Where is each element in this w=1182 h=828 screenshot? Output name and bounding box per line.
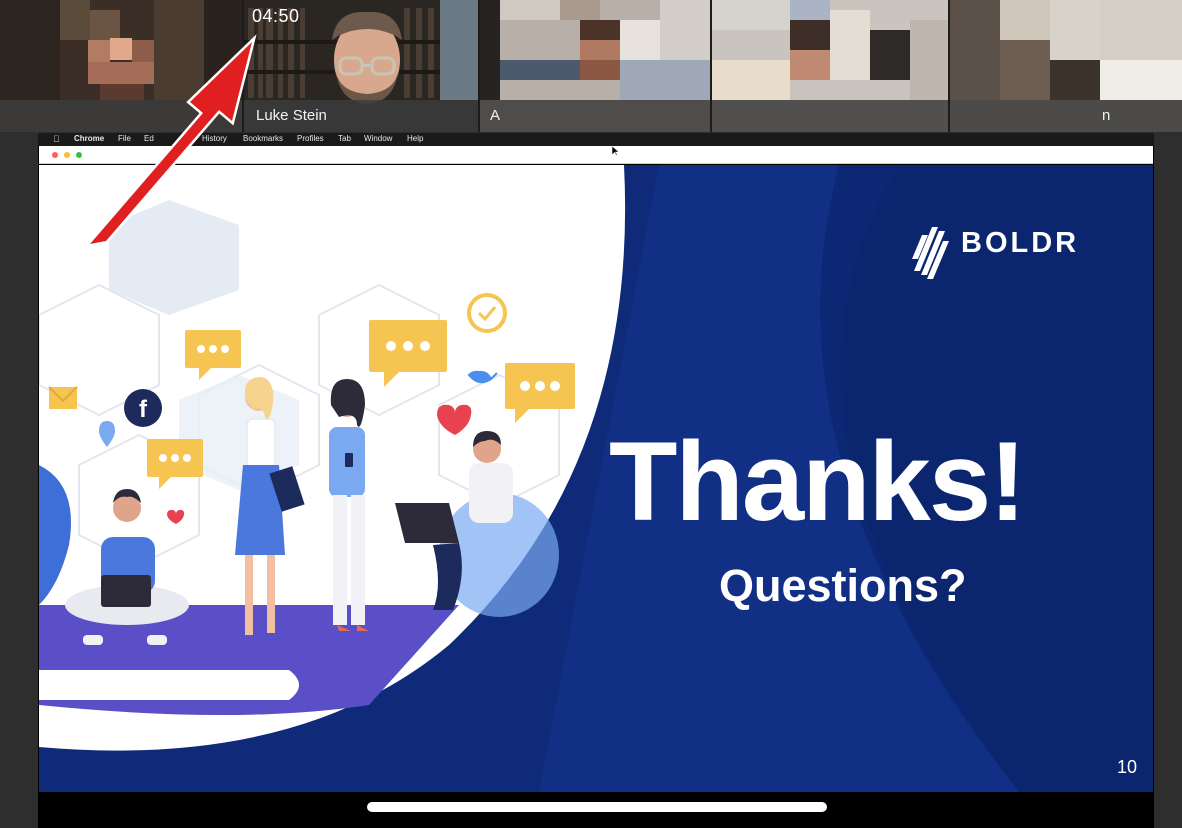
- participant-name: A: [490, 107, 501, 124]
- menu-window[interactable]: Window: [364, 134, 392, 143]
- apple-icon[interactable]: : [53, 134, 60, 144]
- laptop-icon: [101, 575, 151, 607]
- screen: Luke Stein 04:50 A n Chrome File Ed Hist…: [0, 0, 1182, 828]
- menu-chrome[interactable]: Chrome: [74, 134, 104, 143]
- home-indicator-bar[interactable]: [367, 802, 827, 812]
- participant-name: Luke Stein: [256, 107, 327, 124]
- call-timer: 04:50: [252, 6, 300, 26]
- name-bar: [712, 100, 948, 132]
- browser-window-bar: [39, 146, 1153, 164]
- participant-tile-1[interactable]: [0, 0, 242, 132]
- menu-edit[interactable]: Ed: [144, 134, 154, 143]
- menu-bookmarks[interactable]: Bookmarks: [243, 134, 283, 143]
- mac-menubar:  Chrome File Ed History Bookmarks Profi…: [38, 133, 1154, 146]
- menu-tab[interactable]: Tab: [338, 134, 351, 143]
- participant-tile-luke-stein[interactable]: Luke Stein 04:50: [244, 0, 478, 132]
- zoom-window-button[interactable]: [76, 152, 82, 158]
- slide-page-number: 10: [1117, 757, 1138, 777]
- boldr-logo-text: BOLDR: [961, 227, 1080, 259]
- menu-file[interactable]: File: [118, 134, 131, 143]
- menu-profiles[interactable]: Profiles: [297, 134, 324, 143]
- name-bar: [950, 100, 1182, 132]
- shared-screen:  Chrome File Ed History Bookmarks Profi…: [38, 133, 1154, 828]
- close-window-button[interactable]: [52, 152, 58, 158]
- menu-history[interactable]: History: [202, 134, 227, 143]
- presentation-slide: f BOLDR Thanks! Questions? 10: [39, 165, 1153, 792]
- participant-tile-3[interactable]: A: [480, 0, 710, 132]
- name-bar: [480, 100, 710, 132]
- participant-name: n: [1102, 107, 1111, 124]
- participant-tile-4[interactable]: [712, 0, 948, 132]
- minimize-window-button[interactable]: [64, 152, 70, 158]
- participant-strip: Luke Stein 04:50 A n: [0, 0, 1182, 132]
- participant-tile-5[interactable]: n: [950, 0, 1182, 132]
- facebook-icon: f: [124, 389, 162, 427]
- slide-subheadline: Questions?: [719, 560, 967, 611]
- svg-text:f: f: [139, 396, 148, 423]
- name-bar: [0, 100, 242, 132]
- cursor-icon: [612, 146, 620, 156]
- slide-headline: Thanks!: [609, 419, 1026, 544]
- menu-help[interactable]: Help: [407, 134, 423, 143]
- laptop-icon: [395, 503, 459, 543]
